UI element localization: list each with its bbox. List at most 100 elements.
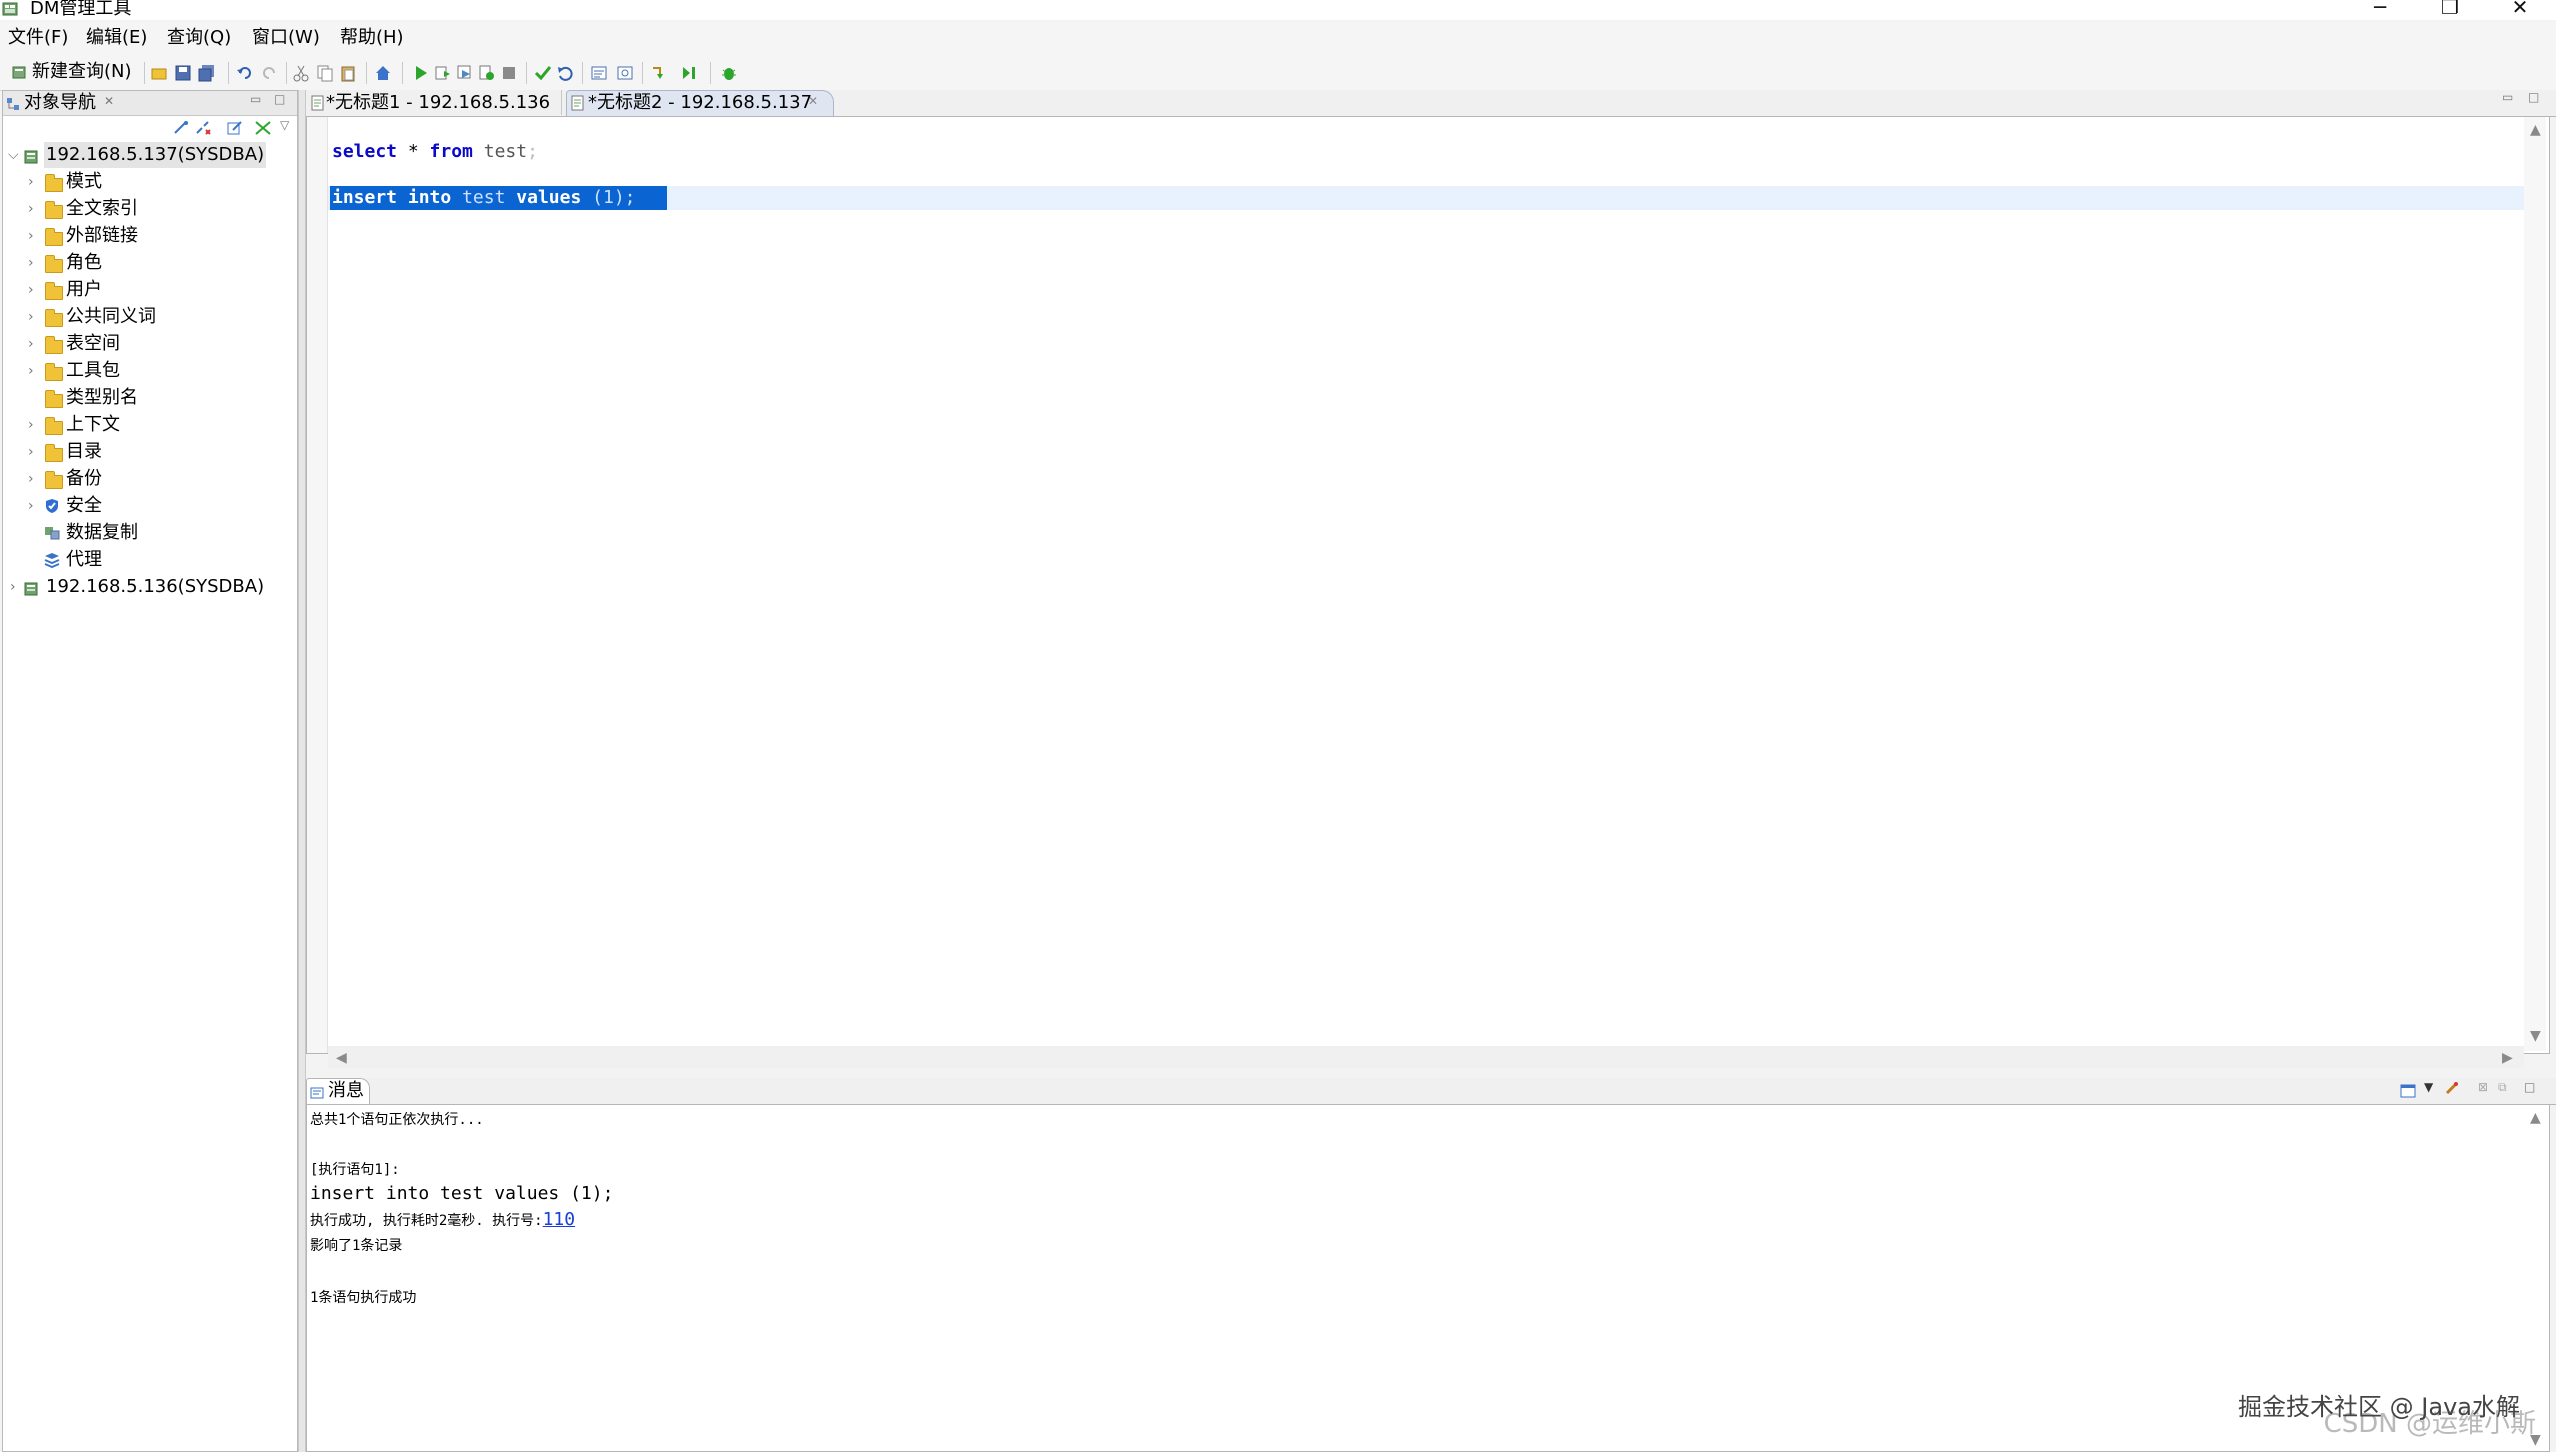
menu-query[interactable]: 查询(Q) <box>167 26 231 50</box>
tree-item-tablespaces[interactable]: 表空间 <box>66 331 120 357</box>
tree-connection-136[interactable]: 192.168.5.136(SYSDBA) <box>46 574 264 600</box>
new-query-icon <box>12 64 28 80</box>
navigator-icon <box>6 95 20 110</box>
tab-untitled-1[interactable]: *无标题1 - 192.168.5.136 <box>300 90 550 115</box>
tree-item-directory[interactable]: 目录 <box>66 439 102 465</box>
clear-console-icon[interactable] <box>2444 1080 2460 1096</box>
close-tab-icon[interactable]: ✕ <box>104 94 114 108</box>
save-all-icon[interactable] <box>198 64 216 82</box>
maximize-view-icon[interactable]: □ <box>2524 1080 2535 1094</box>
minimize-icon[interactable]: ─ <box>2350 0 2410 18</box>
restore-icon[interactable]: ❐ <box>2420 0 2480 18</box>
message-line: 影响了1条记录 <box>310 1238 403 1254</box>
editor-gutter <box>307 117 328 1053</box>
run-step-icon[interactable] <box>434 64 452 82</box>
menu-edit[interactable]: 编辑(E) <box>86 26 147 50</box>
scroll-up-icon[interactable]: ▲ <box>2530 122 2541 138</box>
stop-icon[interactable] <box>500 64 518 82</box>
debug-run-icon[interactable] <box>680 64 698 82</box>
message-line: insert into test values (1); <box>310 1183 614 1204</box>
restore-view-icon[interactable]: ⧉ <box>2498 1080 2507 1095</box>
explain-icon[interactable] <box>478 64 496 82</box>
bug-icon[interactable] <box>720 64 738 82</box>
minimize-editor-icon[interactable]: ▭ <box>2502 90 2513 104</box>
panel-splitter[interactable] <box>298 90 306 1452</box>
menu-window[interactable]: 窗口(W) <box>252 26 320 50</box>
window-title: DM管理工具 <box>30 0 132 19</box>
open-icon[interactable] <box>150 64 168 82</box>
message-icon <box>310 1084 324 1099</box>
copy-icon[interactable] <box>316 64 334 82</box>
close-icon[interactable]: ✕ <box>2490 0 2550 18</box>
scroll-down-icon[interactable]: ▼ <box>2530 1028 2541 1044</box>
menu-help[interactable]: 帮助(H) <box>340 26 404 50</box>
commit-icon[interactable] <box>534 64 552 82</box>
server-icon <box>24 148 40 164</box>
message-output <box>306 1104 2550 1452</box>
minimize-view-icon[interactable]: ▭ <box>250 92 261 106</box>
shield-icon <box>44 498 60 514</box>
tree-item-data-replication[interactable]: 数据复制 <box>66 520 138 546</box>
connect-icon[interactable] <box>172 120 190 136</box>
tree-item-context[interactable]: 上下文 <box>66 412 120 438</box>
folder-icon <box>45 417 63 435</box>
debug-step-icon[interactable] <box>650 64 668 82</box>
run-icon[interactable] <box>412 64 430 82</box>
watermark: 掘金技术社区 @ Java水解 <box>2238 1393 2520 1421</box>
code-line-1[interactable]: select * from test; <box>332 140 538 164</box>
message-line: 执行成功, 执行耗时2毫秒. 执行号:110 <box>310 1209 576 1230</box>
tab-untitled-2[interactable]: *无标题2 - 192.168.5.137 <box>562 90 812 115</box>
editor-vertical-scrollbar[interactable] <box>2524 117 2546 1051</box>
navigator-title[interactable]: 对象导航 <box>24 92 96 114</box>
history-icon[interactable] <box>616 64 634 82</box>
format-icon[interactable] <box>590 64 608 82</box>
folder-icon <box>45 282 63 300</box>
tree-item-backup[interactable]: 备份 <box>66 466 102 492</box>
server-icon <box>24 580 40 596</box>
redo-icon[interactable] <box>260 64 278 82</box>
collapse-all-icon[interactable] <box>254 120 272 136</box>
editor-horizontal-scrollbar[interactable] <box>328 1046 2524 1068</box>
folder-icon <box>45 363 63 381</box>
paste-icon[interactable] <box>340 64 358 82</box>
title-bar <box>0 0 2556 20</box>
tree-item-agent[interactable]: 代理 <box>66 547 102 573</box>
rollback-icon[interactable] <box>556 64 574 82</box>
maximize-editor-icon[interactable]: □ <box>2528 90 2539 104</box>
edit-icon[interactable] <box>226 120 244 136</box>
tree-item-type-alias[interactable]: 类型别名 <box>66 385 138 411</box>
scroll-right-icon[interactable]: ▶ <box>2502 1050 2513 1066</box>
close-view-icon[interactable]: ⊠ <box>2478 1080 2488 1094</box>
tree-connection-137[interactable]: 192.168.5.137(SYSDBA) <box>44 142 267 168</box>
save-icon[interactable] <box>174 64 192 82</box>
cut-icon[interactable] <box>292 64 310 82</box>
tree-item-security[interactable]: 安全 <box>66 493 102 519</box>
folder-icon <box>45 201 63 219</box>
console-icon[interactable] <box>2400 1082 2416 1098</box>
scroll-left-icon[interactable]: ◀ <box>336 1050 347 1066</box>
tab-messages[interactable]: 消息 <box>328 1080 364 1102</box>
code-line-2[interactable]: insert into test values (1); <box>332 186 636 210</box>
tree-item-packages[interactable]: 工具包 <box>66 358 120 384</box>
tree-item-public-synonyms[interactable]: 公共同义词 <box>66 304 156 330</box>
tree-item-fulltext-index[interactable]: 全文索引 <box>66 196 138 222</box>
home-icon[interactable] <box>374 64 392 82</box>
tree-item-users[interactable]: 用户 <box>66 277 102 303</box>
view-menu-icon[interactable]: ▽ <box>280 118 289 132</box>
folder-icon <box>45 336 63 354</box>
run-script-icon[interactable] <box>456 64 474 82</box>
disconnect-icon[interactable] <box>194 120 212 136</box>
execution-id-link[interactable]: 110 <box>543 1209 576 1230</box>
chevron-down-icon[interactable]: ⌵ <box>8 142 20 168</box>
scroll-up-icon[interactable]: ▲ <box>2530 1110 2541 1126</box>
tree-item-schema[interactable]: 模式 <box>66 169 102 195</box>
new-query-button[interactable]: 新建查询(N) <box>32 60 132 84</box>
chevron-down-icon[interactable]: ▼ <box>2424 1080 2433 1094</box>
maximize-view-icon[interactable]: □ <box>274 92 285 106</box>
undo-icon[interactable] <box>236 64 254 82</box>
tree-item-roles[interactable]: 角色 <box>66 250 102 276</box>
tree-item-external-link[interactable]: 外部链接 <box>66 223 138 249</box>
close-tab-icon[interactable]: ✕ <box>808 94 818 108</box>
menu-file[interactable]: 文件(F) <box>8 26 68 50</box>
sql-editor[interactable] <box>306 116 2550 1054</box>
